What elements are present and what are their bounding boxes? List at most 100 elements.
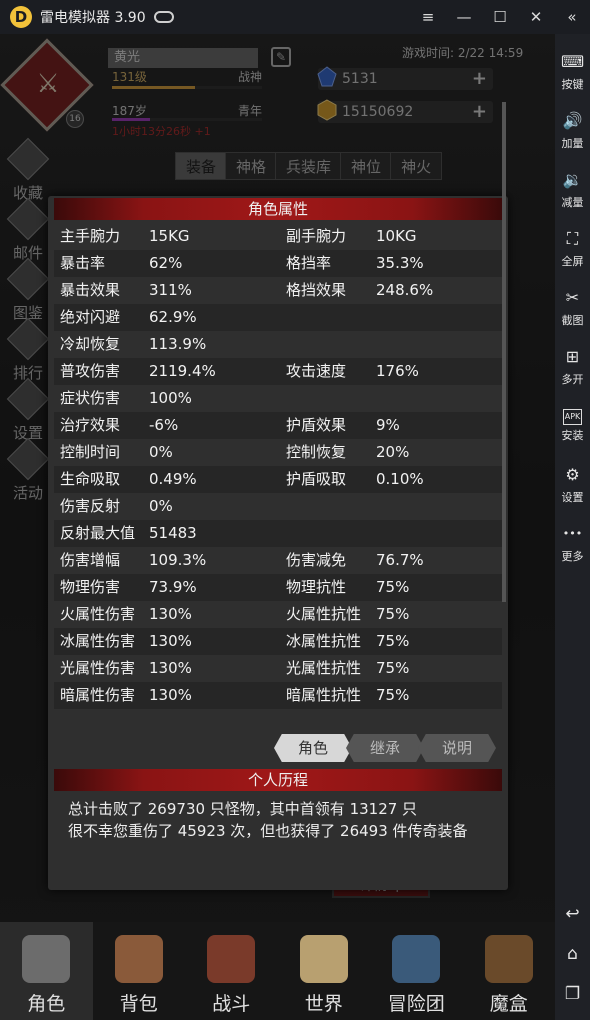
menu-button[interactable]: ≡ xyxy=(410,0,446,34)
attribute-row: 暗属性伤害 130% 暗属性抗性 75% xyxy=(54,682,502,709)
attribute-value: 51483 xyxy=(149,524,197,542)
attribute-label: 冷却恢复 xyxy=(60,335,121,353)
attribute-label: 控制恢复 xyxy=(286,443,347,461)
attribute-value: 10KG xyxy=(376,227,417,245)
fullscreen-icon: ⛶ xyxy=(566,228,579,248)
attribute-label: 症状伤害 xyxy=(60,389,121,407)
attribute-value: -6% xyxy=(149,416,179,434)
attribute-value: 248.6% xyxy=(376,281,434,299)
bottom-nav-item-3[interactable]: 世界 xyxy=(278,922,371,1020)
attribute-value: 311% xyxy=(149,281,192,299)
attribute-value: 20% xyxy=(376,443,410,461)
bottom-nav-item-1[interactable]: 背包 xyxy=(93,922,186,1020)
attribute-label: 格挡效果 xyxy=(286,281,347,299)
minimize-button[interactable]: — xyxy=(446,0,482,34)
sidebar-item-8[interactable]: ••• 更多 xyxy=(555,514,590,573)
sidebar-item-3[interactable]: ⛶ 全屏 xyxy=(555,219,590,278)
bottom-nav-label: 世界 xyxy=(304,993,343,1015)
attribute-label: 暴击率 xyxy=(60,254,106,272)
sidebar-item-5[interactable]: ⊞ 多开 xyxy=(555,337,590,396)
sidebar-item-label: 更多 xyxy=(561,549,584,563)
attribute-label: 光属性抗性 xyxy=(286,659,362,677)
dialog-scrollbar[interactable] xyxy=(502,102,506,602)
maximize-button[interactable]: ☐ xyxy=(482,0,518,34)
sidebar-item-4[interactable]: ✂ 截图 xyxy=(555,278,590,337)
attribute-value: 62% xyxy=(149,254,183,272)
emulator-title-bar: D 雷电模拟器 3.90 ≡ — ☐ ✕ « xyxy=(0,0,590,34)
attribute-value: 35.3% xyxy=(376,254,424,272)
castle-icon xyxy=(392,935,441,983)
attribute-value: 75% xyxy=(376,605,410,623)
attribute-label: 物理抗性 xyxy=(286,578,347,596)
bottom-nav-item-4[interactable]: 冒险团 xyxy=(370,922,463,1020)
attribute-label: 反射最大值 xyxy=(60,524,136,542)
gamepad-icon[interactable] xyxy=(153,11,174,23)
attribute-value: 0% xyxy=(149,497,173,515)
bottom-nav-item-2[interactable]: 战斗 xyxy=(185,922,278,1020)
emulator-sidebar: ⌨ 按键 🔊 加量 🔉 减量 ⛶ 全屏 ✂ 截图 ⊞ 多开 APK 安装 ⚙ 设置 ••• 更多 ↩ ⌂ ❐ xyxy=(555,34,590,1020)
attribute-row: 伤害增幅 109.3% 伤害减免 76.7% xyxy=(54,547,502,574)
attribute-row: 暴击效果 311% 格挡效果 248.6% xyxy=(54,277,502,304)
bottom-nav-item-5[interactable]: 魔盒 xyxy=(463,922,556,1020)
attribute-value: 75% xyxy=(376,659,410,677)
attribute-value: 2119.4% xyxy=(149,362,216,380)
attribute-label: 绝对闪避 xyxy=(60,308,121,326)
sidebar-item-label: 多开 xyxy=(561,372,584,386)
sidebar-item-7[interactable]: ⚙ 设置 xyxy=(555,455,590,514)
window-title: 雷电模拟器 3.90 xyxy=(40,10,146,26)
bottom-nav-item-0[interactable]: 角色 xyxy=(0,922,93,1020)
attribute-value: 113.9% xyxy=(149,335,207,353)
attribute-row: 绝对闪避 62.9% xyxy=(54,304,502,331)
sidebar-item-0[interactable]: ⌨ 按键 xyxy=(555,42,590,101)
home-icon[interactable]: ⌂ xyxy=(555,934,590,974)
recent-apps-icon[interactable]: ❐ xyxy=(555,974,590,1014)
bottom-nav-label: 冒险团 xyxy=(387,993,445,1015)
sidebar-item-label: 全屏 xyxy=(561,254,584,268)
more-icon: ••• xyxy=(562,526,583,540)
bottom-nav-label: 角色 xyxy=(27,993,66,1015)
sidebar-item-6[interactable]: APK 安装 xyxy=(555,396,590,455)
attribute-value: 130% xyxy=(149,686,192,704)
back-icon[interactable]: ↩ xyxy=(555,894,590,934)
attribute-label: 控制时间 xyxy=(60,443,121,461)
dialog-tab-1[interactable]: 继承 xyxy=(346,734,424,762)
attribute-table: 主手腕力 15KG 副手腕力 10KG 暴击率 62% 格挡率 35.3% 暴击效果 311% 格挡… xyxy=(54,220,502,733)
sidebar-item-1[interactable]: 🔊 加量 xyxy=(555,101,590,160)
attribute-label: 光属性伤害 xyxy=(60,659,136,677)
attribute-value: 0.49% xyxy=(149,470,197,488)
sidebar-item-label: 安装 xyxy=(561,428,584,442)
scroll-map-icon xyxy=(299,935,348,983)
close-button[interactable]: ✕ xyxy=(518,0,554,34)
history-text: 总计击败了 269730 只怪物，其中首领有 13127 只 很不幸您重伤了 4… xyxy=(68,798,488,842)
attribute-row: 症状伤害 100% xyxy=(54,385,502,412)
attribute-row: 治疗效果 -6% 护盾效果 9% xyxy=(54,412,502,439)
attribute-value: 0.10% xyxy=(376,470,424,488)
attribute-row: 生命吸取 0.49% 护盾吸取 0.10% xyxy=(54,466,502,493)
attribute-row: 暴击率 62% 格挡率 35.3% xyxy=(54,250,502,277)
backpack-icon xyxy=(114,935,163,983)
attribute-label: 伤害反射 xyxy=(60,497,121,515)
attribute-row: 火属性伤害 130% 火属性抗性 75% xyxy=(54,601,502,628)
attribute-value: 75% xyxy=(376,578,410,596)
attribute-label: 副手腕力 xyxy=(286,227,347,245)
attribute-dialog: 角色属性 主手腕力 15KG 副手腕力 10KG 暴击率 62% 格挡率 35.3% 暴击效果 3… xyxy=(48,196,508,890)
attribute-value: 109.3% xyxy=(149,551,207,569)
attribute-label: 冰属性抗性 xyxy=(286,632,362,650)
attribute-label: 普攻伤害 xyxy=(60,362,121,380)
attribute-value: 130% xyxy=(149,659,192,677)
apk-install-icon: APK xyxy=(562,408,583,425)
dialog-tab-2[interactable]: 说明 xyxy=(418,734,496,762)
sidebar-item-2[interactable]: 🔉 减量 xyxy=(555,160,590,219)
dialog-tab-0[interactable]: 角色 xyxy=(274,734,352,762)
volume-up-icon: 🔊 xyxy=(562,110,583,130)
attribute-label: 暴击效果 xyxy=(60,281,121,299)
sidebar-item-label: 设置 xyxy=(561,490,584,504)
history-title: 个人历程 xyxy=(54,769,502,791)
attribute-value: 9% xyxy=(376,416,400,434)
sidebar-item-label: 按键 xyxy=(561,77,584,91)
attribute-label: 伤害增幅 xyxy=(60,551,121,569)
sidebar-item-label: 减量 xyxy=(561,195,584,209)
collapse-sidebar-button[interactable]: « xyxy=(554,0,590,34)
attribute-value: 75% xyxy=(376,686,410,704)
sidebar-item-label: 截图 xyxy=(561,313,584,327)
